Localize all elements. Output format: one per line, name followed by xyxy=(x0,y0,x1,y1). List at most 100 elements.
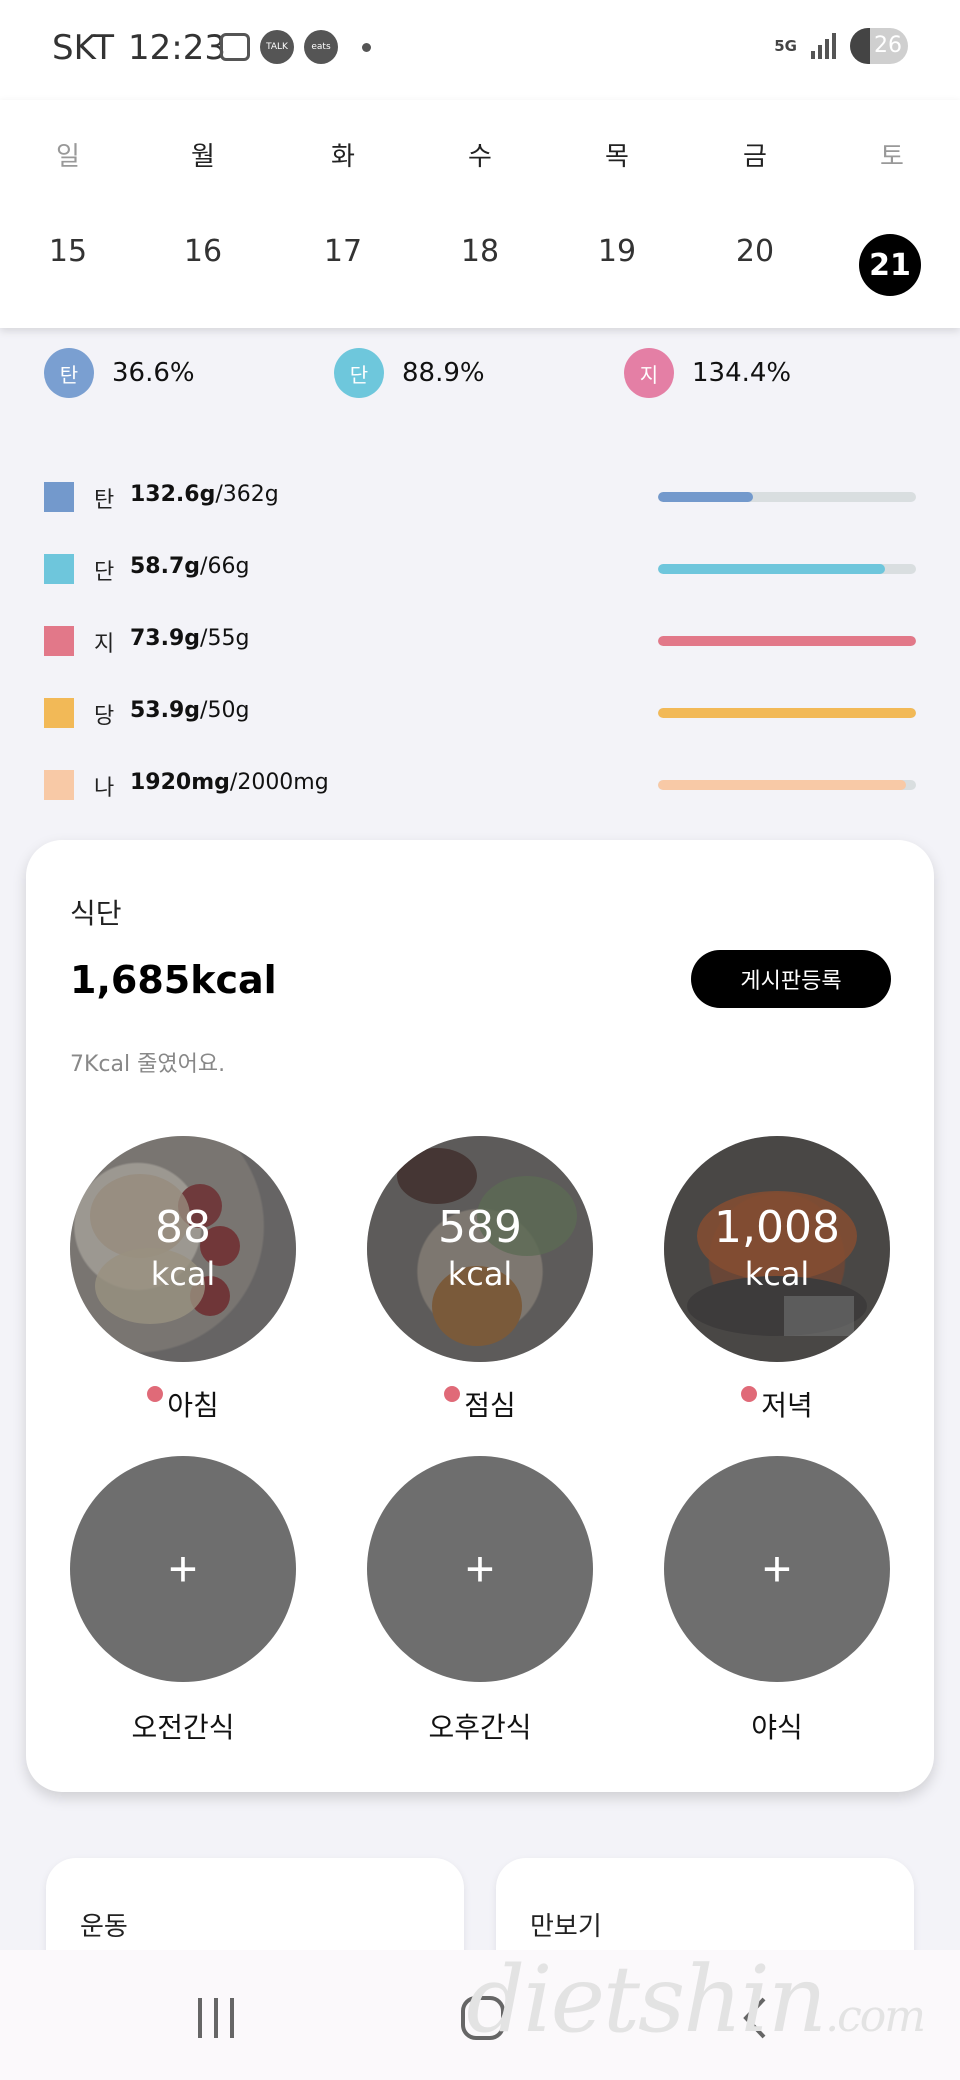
carb-badge-icon: 탄 xyxy=(44,348,94,398)
nutrient-progress-fill xyxy=(658,708,916,718)
nutrient-label: 당 xyxy=(94,704,115,729)
dinner-label[interactable]: 저녁 xyxy=(664,1384,890,1424)
date-cell[interactable]: 20 xyxy=(715,234,795,269)
nutrient-label: 단 xyxy=(94,560,115,585)
screenshot-icon xyxy=(220,33,250,61)
nutrient-progress-fill xyxy=(658,780,906,790)
afternoon-snack-label: 오후간식 xyxy=(428,1711,532,1744)
weekday-label: 일 xyxy=(56,142,80,172)
date-cell[interactable]: 19 xyxy=(577,234,657,269)
date-cell[interactable]: 18 xyxy=(440,234,520,269)
nutrient-progress-fill xyxy=(658,636,916,646)
nutrient-progress-bar xyxy=(658,636,916,646)
lunch-kcal: 589 xyxy=(438,1202,522,1253)
nutrient-progress-bar xyxy=(658,708,916,718)
nutrient-row: 단 58.7g/66g xyxy=(44,548,916,588)
status-bar: SKT 12:23 TALK eats 5G 26 xyxy=(0,0,960,100)
recent-apps-button[interactable] xyxy=(186,1990,246,2046)
nutrient-value: 73.9g/55g xyxy=(130,626,250,651)
add-late-night-snack-button[interactable]: + xyxy=(664,1456,890,1682)
ratio-protein: 단 88.9% xyxy=(334,348,485,398)
weekday-label: 월 xyxy=(191,142,215,172)
breakfast-kcal: 88 xyxy=(155,1202,211,1253)
date-cell[interactable]: 16 xyxy=(163,234,243,269)
register-board-button[interactable]: 게시판등록 xyxy=(691,950,891,1008)
fat-badge-icon: 지 xyxy=(624,348,674,398)
diet-total-kcal: 1,685kcal xyxy=(70,958,277,1002)
nutrient-swatch xyxy=(44,554,74,584)
battery-level: 26 xyxy=(874,33,902,58)
coupang-eats-icon: eats xyxy=(304,30,338,64)
kakaotalk-icon: TALK xyxy=(260,30,294,64)
dinner-photo[interactable]: 1,008 kcal xyxy=(664,1136,890,1362)
breakfast-photo[interactable]: 88 kcal xyxy=(70,1136,296,1362)
battery-icon: 26 xyxy=(850,28,908,64)
weekday-label: 수 xyxy=(468,142,492,172)
week-calendar: 일 월 화 수 목 금 토 15 16 17 18 19 20 21 xyxy=(0,100,960,328)
nutrient-progress-bar xyxy=(658,780,916,790)
weekday-label: 목 xyxy=(605,142,629,172)
carrier-label: SKT xyxy=(52,28,115,68)
add-morning-snack-button[interactable]: + xyxy=(70,1456,296,1682)
ratio-carb: 탄 36.6% xyxy=(44,348,195,398)
date-cell[interactable]: 15 xyxy=(28,234,108,269)
carb-ratio-value: 36.6% xyxy=(112,358,195,388)
breakfast-kcal-unit: kcal xyxy=(150,1255,216,1293)
diet-card: 식단 1,685kcal 게시판등록 7Kcal 줄였어요. 88 kcal 아… xyxy=(26,840,934,1792)
recent-apps-icon xyxy=(198,1998,234,2038)
recorded-dot-icon xyxy=(444,1386,461,1402)
morning-snack-label: 오전간식 xyxy=(131,1711,235,1744)
site-watermark: dietshin.com xyxy=(466,1946,926,2053)
nutrient-swatch xyxy=(44,698,74,728)
diet-title: 식단 xyxy=(70,897,122,930)
pedometer-title: 만보기 xyxy=(530,1912,602,1942)
clock: 12:23 xyxy=(128,28,226,68)
add-afternoon-snack-button[interactable]: + xyxy=(367,1456,593,1682)
breakfast-label[interactable]: 아침 xyxy=(70,1384,296,1424)
diet-subtitle: 7Kcal 줄였어요. xyxy=(70,1052,226,1077)
signal-icon xyxy=(811,33,836,59)
nutrient-row: 지 73.9g/55g xyxy=(44,620,916,660)
nutrient-swatch xyxy=(44,482,74,512)
nutrient-label: 지 xyxy=(94,632,115,657)
nutrient-row: 나 1920mg/2000mg xyxy=(44,764,916,804)
system-indicators: 5G 26 xyxy=(774,28,908,64)
lunch-kcal-unit: kcal xyxy=(447,1255,513,1293)
protein-ratio-value: 88.9% xyxy=(402,358,485,388)
fat-ratio-value: 134.4% xyxy=(692,358,792,388)
exercise-title: 운동 xyxy=(80,1912,128,1942)
nutrient-progress-bar xyxy=(658,564,916,574)
weekday-label: 금 xyxy=(743,142,767,172)
weekday-row: 일월화수목금토 xyxy=(0,136,960,196)
notification-icons: TALK eats xyxy=(220,30,371,64)
recorded-dot-icon xyxy=(147,1386,164,1402)
weekday-label: 화 xyxy=(331,142,355,172)
nutrient-progress-bar xyxy=(658,492,916,502)
date-row: 15 16 17 18 19 20 xyxy=(0,234,960,294)
late-night-snack-label: 야식 xyxy=(751,1711,803,1744)
nutrient-row: 탄 132.6g/362g xyxy=(44,476,916,516)
nutrient-label: 나 xyxy=(94,776,115,801)
nutrient-value: 132.6g/362g xyxy=(130,482,279,507)
nutrient-label: 탄 xyxy=(94,488,115,513)
nutrient-value: 1920mg/2000mg xyxy=(130,770,329,795)
nutrient-swatch xyxy=(44,770,74,800)
nutrient-swatch xyxy=(44,626,74,656)
dinner-kcal: 1,008 xyxy=(714,1202,840,1253)
lunch-photo[interactable]: 589 kcal xyxy=(367,1136,593,1362)
recorded-dot-icon xyxy=(741,1386,758,1402)
nutrient-progress-fill xyxy=(658,564,886,574)
nutrient-value: 58.7g/66g xyxy=(130,554,250,579)
date-cell[interactable]: 17 xyxy=(303,234,383,269)
more-notifications-dot xyxy=(362,42,371,52)
protein-badge-icon: 단 xyxy=(334,348,384,398)
dinner-kcal-unit: kcal xyxy=(744,1255,810,1293)
nutrient-value: 53.9g/50g xyxy=(130,698,250,723)
selected-date[interactable]: 21 xyxy=(859,234,921,296)
nutrient-progress-fill xyxy=(658,492,754,502)
weekday-label: 토 xyxy=(880,142,904,172)
network-5g-icon: 5G xyxy=(774,37,797,55)
nutrient-row: 당 53.9g/50g xyxy=(44,692,916,732)
lunch-label[interactable]: 점심 xyxy=(367,1384,593,1424)
ratio-fat: 지 134.4% xyxy=(624,348,791,398)
